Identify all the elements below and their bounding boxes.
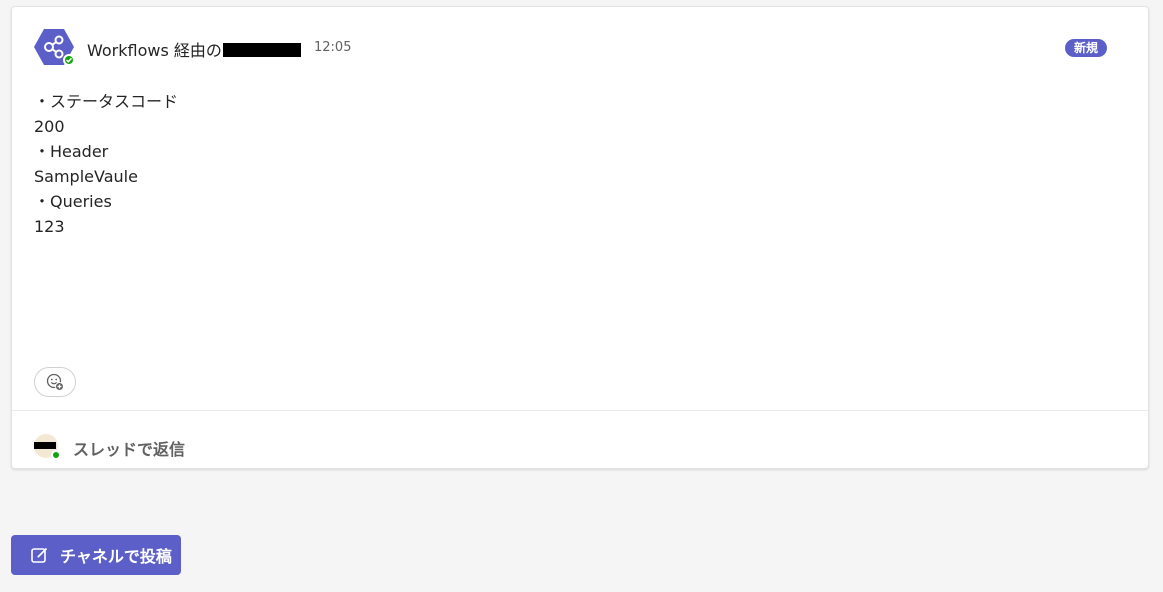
add-reaction-icon	[46, 373, 64, 391]
message-card: Workflows 経由の 12:05 新規 ・ステータスコード 200 ・He…	[11, 6, 1149, 469]
post-in-channel-label: チャネルで投稿	[60, 547, 172, 566]
reply-in-thread-label: スレッドで返信	[73, 440, 186, 459]
compose-edit-icon	[31, 547, 48, 563]
workflows-avatar[interactable]	[34, 29, 75, 66]
body-line: 200	[34, 117, 65, 136]
message-time: 12:05	[314, 40, 352, 55]
redacted-name	[222, 43, 301, 57]
body-line: 123	[34, 217, 65, 236]
sender-prefix: Workflows 経由の	[87, 41, 222, 60]
body-line: ・ステータスコード	[34, 92, 179, 111]
message-header: Workflows 経由の 12:05 新規	[34, 29, 1148, 66]
user-status-icon	[51, 450, 61, 460]
divider	[12, 410, 1148, 411]
redacted-avatar	[34, 442, 56, 449]
user-avatar	[34, 434, 61, 460]
online-status-icon	[63, 54, 75, 66]
message-body: ・ステータスコード 200 ・Header SampleVaule ・Queri…	[34, 89, 178, 239]
body-line: SampleVaule	[34, 167, 138, 186]
body-line: ・Header	[34, 142, 109, 161]
add-reaction-button[interactable]	[34, 367, 76, 397]
body-line: ・Queries	[34, 192, 112, 211]
sender-name[interactable]: Workflows 経由の	[87, 37, 301, 61]
new-badge: 新規	[1065, 39, 1108, 57]
post-in-channel-button[interactable]: チャネルで投稿	[11, 535, 181, 575]
